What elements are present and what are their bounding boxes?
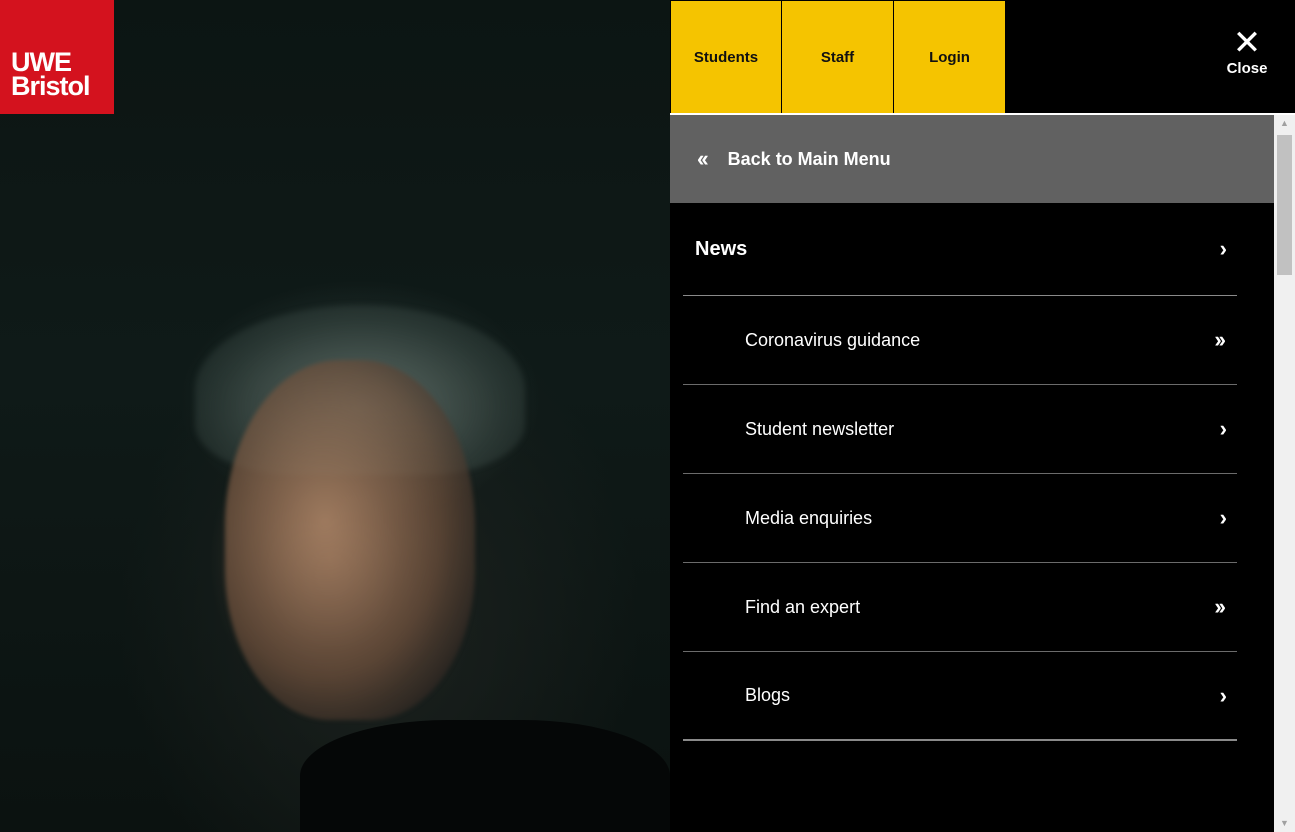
scroll-up-arrow-icon[interactable]: ▲ <box>1274 115 1295 132</box>
panel-scrollbar[interactable]: ▲ ▼ <box>1274 115 1295 832</box>
submenu-list: News › Coronavirus guidance ›› Student n… <box>683 203 1237 741</box>
close-button[interactable]: ✕ Close <box>1213 24 1281 77</box>
menu-item-find-an-expert[interactable]: Find an expert ›› <box>683 563 1237 652</box>
close-icon: ✕ <box>1232 24 1262 62</box>
scroll-down-arrow-icon[interactable]: ▼ <box>1274 815 1295 832</box>
double-chevron-right-icon: ›› <box>1214 594 1226 619</box>
menu-item-blogs[interactable]: Blogs › <box>683 652 1237 741</box>
menu-item-coronavirus-guidance[interactable]: Coronavirus guidance ›› <box>683 296 1237 385</box>
double-chevron-right-icon: ›› <box>1214 327 1226 352</box>
back-label: Back to Main Menu <box>727 148 891 169</box>
chevron-right-icon: › <box>1219 682 1227 708</box>
menu-item-news[interactable]: News › <box>683 203 1237 296</box>
logo-line-2: Bristol <box>11 71 91 101</box>
nav-panel: Students Staff Login ✕ Close ‹‹ Back to … <box>670 0 1295 832</box>
menu-item-media-enquiries[interactable]: Media enquiries › <box>683 474 1237 563</box>
staff-tab[interactable]: Staff <box>782 0 894 113</box>
chevron-right-icon: › <box>1219 505 1227 530</box>
menu-item-label: Media enquiries <box>745 507 873 528</box>
chevron-right-icon: › <box>1219 236 1227 261</box>
scrollbar-thumb[interactable] <box>1277 135 1292 275</box>
back-to-main-menu-button[interactable]: ‹‹ Back to Main Menu <box>670 115 1274 203</box>
top-nav: Students Staff Login <box>670 0 1006 114</box>
hero-face <box>225 360 475 720</box>
menu-item-label: Student newsletter <box>745 418 895 439</box>
login-tab[interactable]: Login <box>894 0 1006 113</box>
hero-image <box>0 0 670 832</box>
hero-shirt <box>300 720 670 832</box>
menu-item-label: News <box>695 237 748 260</box>
menu-item-label: Find an expert <box>745 596 861 617</box>
students-tab[interactable]: Students <box>670 0 782 113</box>
double-chevron-left-icon: ‹‹ <box>697 146 709 171</box>
menu-item-label: Blogs <box>745 685 791 705</box>
uwe-bristol-logo[interactable]: UWE Bristol <box>0 0 114 114</box>
menu-item-label: Coronavirus guidance <box>745 329 921 350</box>
chevron-right-icon: › <box>1219 416 1227 441</box>
menu-item-student-newsletter[interactable]: Student newsletter › <box>683 385 1237 474</box>
close-label: Close <box>1226 60 1268 77</box>
